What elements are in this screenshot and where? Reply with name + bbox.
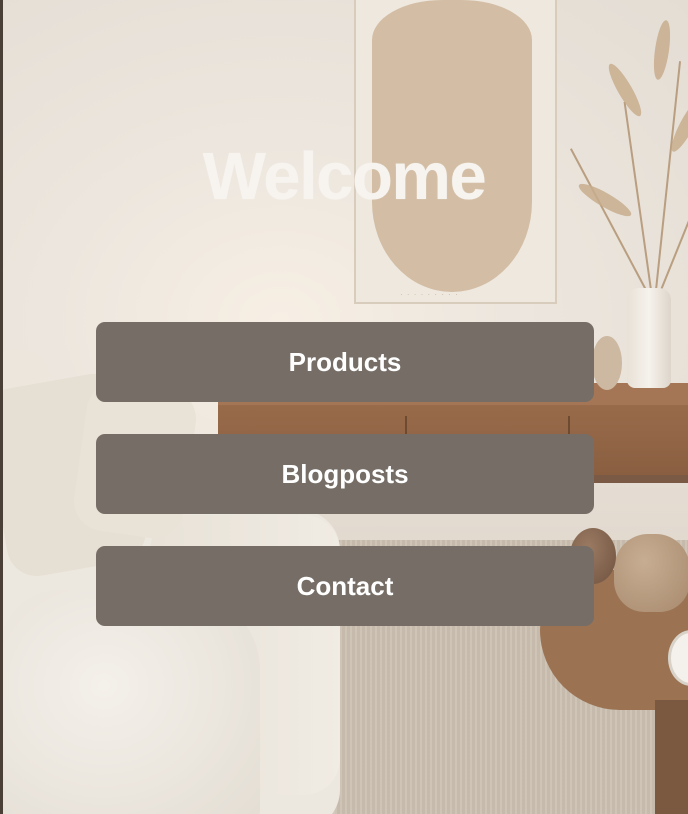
page-title: Welcome (202, 139, 487, 214)
window-edge (0, 0, 3, 814)
blogposts-button[interactable]: Blogposts (96, 434, 594, 514)
ceramic-bowl (592, 336, 622, 390)
products-button[interactable]: Products (96, 322, 594, 402)
wall-art-signature: · · · · · · · · · (400, 290, 459, 299)
background-photo: · · · · · · · · · (0, 0, 688, 814)
contact-button[interactable]: Contact (96, 546, 594, 626)
ceramic-pot (614, 534, 688, 612)
vase (627, 288, 671, 388)
coffee-table-leg (655, 700, 688, 814)
